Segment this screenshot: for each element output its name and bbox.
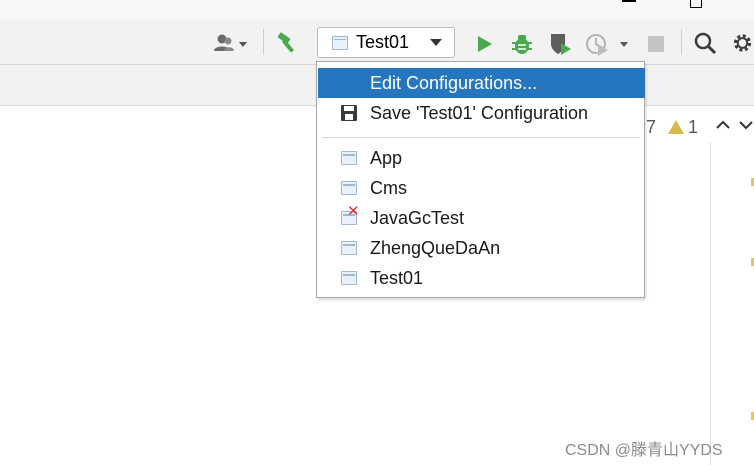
menu-item-edit-configurations[interactable]: Edit Configurations... [318, 68, 645, 98]
menu-item-zhengquedaan[interactable]: ZhengQueDaAn [318, 233, 645, 263]
menu-item-label: JavaGcTest [370, 207, 465, 228]
debug-icon[interactable] [509, 31, 535, 57]
configuration-icon [339, 178, 359, 198]
inspection-widget[interactable]: 1 [668, 112, 698, 142]
inspection-count-b-label: 1 [688, 116, 699, 137]
scrollbar-track[interactable] [710, 142, 711, 465]
user-icon[interactable] [211, 32, 251, 54]
run-configuration-label: Test01 [356, 32, 410, 52]
blank-icon [339, 73, 359, 93]
menu-item-save-configuration[interactable]: Save 'Test01' Configuration [318, 98, 645, 128]
inspection-count-a-label: 7 [646, 116, 657, 137]
main-toolbar: Test01 [0, 20, 754, 65]
profile-icon[interactable] [584, 32, 634, 56]
hammer-icon[interactable] [275, 31, 301, 55]
configuration-icon [332, 35, 348, 50]
stop-icon[interactable] [646, 34, 666, 54]
menu-item-label: Save 'Test01' Configuration [370, 102, 589, 123]
chevron-down-icon[interactable] [738, 116, 754, 134]
watermark: CSDN @滕青山YYDS [565, 442, 723, 459]
menu-item-javagctest[interactable]: ✕ JavaGcTest [318, 203, 645, 233]
configuration-icon [339, 268, 359, 288]
toolbar-separator [681, 29, 682, 55]
save-icon [339, 103, 359, 123]
coverage-icon[interactable] [547, 31, 575, 57]
warning-icon [668, 120, 684, 134]
chevron-down-icon [430, 39, 442, 46]
run-icon[interactable] [472, 32, 496, 56]
configuration-icon [339, 148, 359, 168]
configuration-icon [339, 238, 359, 258]
menu-item-label: Edit Configurations... [370, 72, 538, 93]
gear-icon[interactable] [731, 31, 754, 55]
toolbar-separator [263, 29, 264, 55]
chevron-up-icon[interactable] [714, 116, 732, 134]
configuration-error-icon: ✕ [339, 204, 360, 228]
menu-item-app[interactable]: App [318, 143, 645, 173]
search-icon[interactable] [693, 31, 717, 55]
minimize-icon[interactable] [622, 0, 636, 2]
menu-item-label: App [370, 147, 403, 168]
menu-item-test01[interactable]: Test01 [318, 263, 645, 293]
menu-separator [322, 137, 640, 138]
title-bar [0, 0, 754, 20]
menu-item-label: Test01 [370, 267, 424, 288]
run-configuration-select[interactable]: Test01 [317, 27, 455, 58]
restore-icon[interactable] [690, 0, 702, 8]
menu-item-cms[interactable]: Cms [318, 173, 645, 203]
run-configuration-popup: Edit Configurations... Save 'Test01' Con… [316, 61, 645, 298]
menu-item-label: ZhengQueDaAn [370, 237, 501, 258]
inspection-count-a[interactable]: 7 [646, 112, 656, 142]
menu-item-label: Cms [370, 177, 407, 198]
